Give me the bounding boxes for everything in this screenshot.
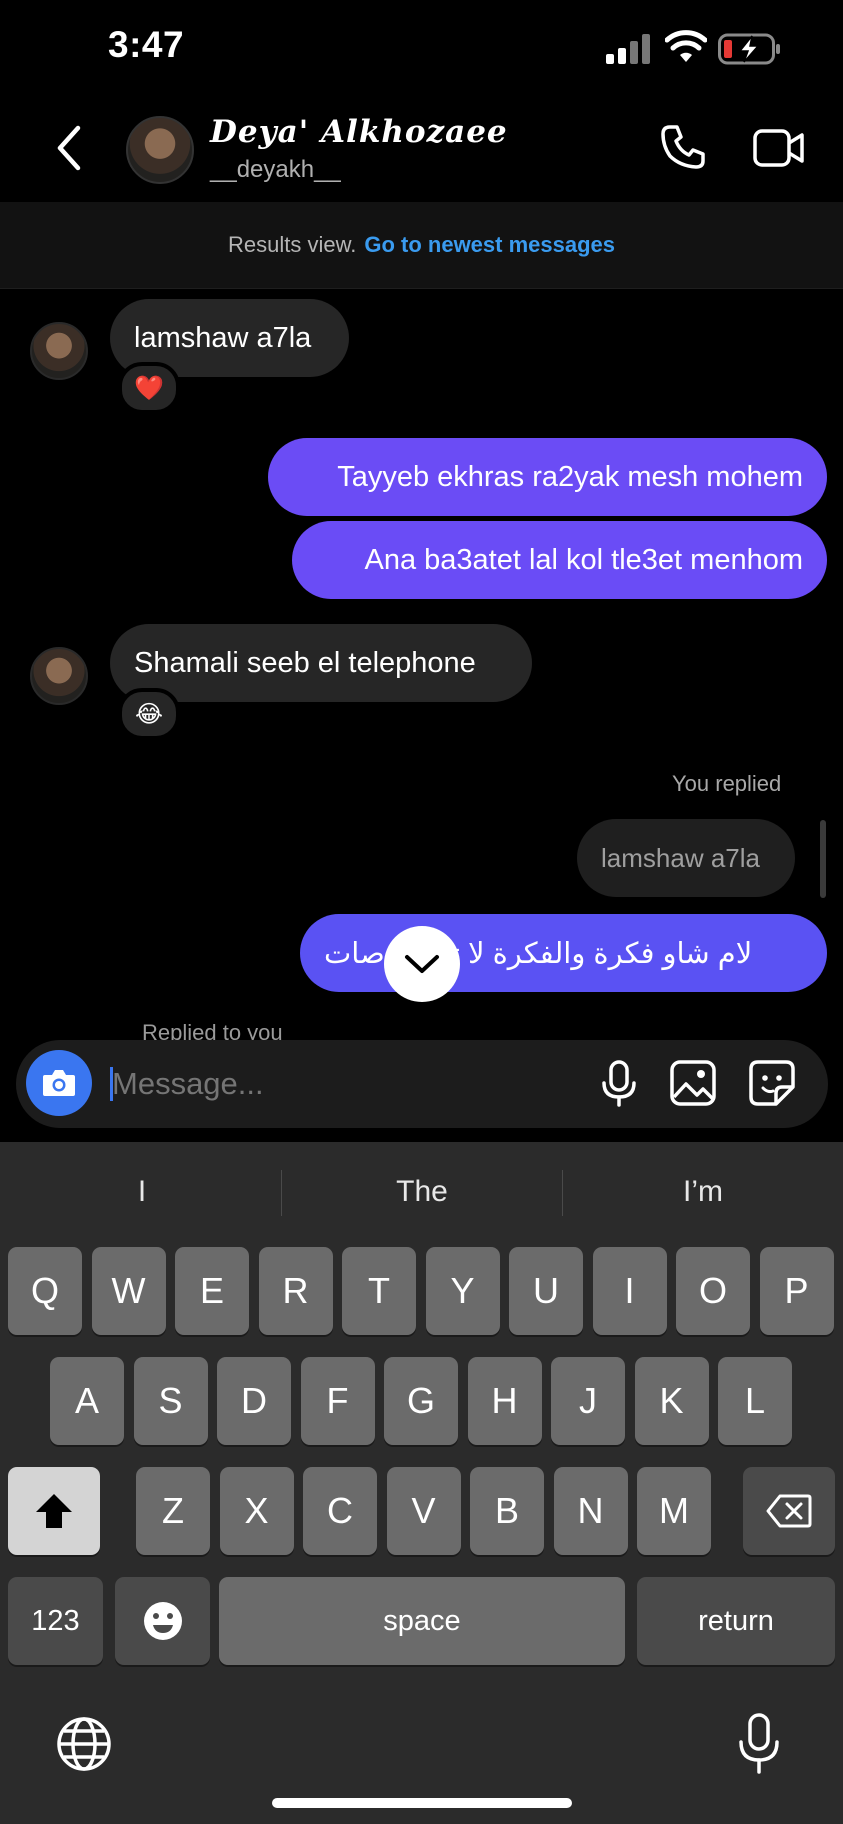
numbers-key[interactable]: 123 [8, 1577, 103, 1665]
quoted-text: lamshaw a7la [601, 842, 760, 873]
gallery-icon[interactable] [669, 1059, 717, 1107]
key[interactable]: A [50, 1357, 124, 1445]
key[interactable]: I [592, 1247, 667, 1335]
wifi-icon [665, 30, 707, 62]
dictation-microphone-icon[interactable] [736, 1712, 782, 1776]
key[interactable]: Y [425, 1247, 500, 1335]
message-text: lamshaw a7la [134, 321, 312, 354]
emoji-key[interactable] [115, 1577, 210, 1665]
backspace-key[interactable] [743, 1467, 835, 1555]
suggestion-3[interactable]: I’m [563, 1150, 843, 1234]
scrollbar[interactable] [820, 820, 826, 898]
results-view-banner: Results view. Go to newest messages [0, 202, 843, 289]
incoming-message[interactable]: Shamali seeb el telephone [110, 624, 532, 702]
key[interactable]: B [470, 1467, 544, 1555]
camera-button[interactable] [26, 1050, 92, 1116]
globe-icon[interactable] [56, 1716, 112, 1772]
contact-avatar[interactable] [126, 116, 194, 184]
replied-to-you-label: Replied to you [142, 1020, 283, 1040]
message-input[interactable] [112, 1062, 572, 1106]
key[interactable]: M [637, 1467, 711, 1555]
sender-avatar[interactable] [30, 322, 88, 380]
sticker-icon[interactable] [748, 1059, 796, 1107]
key[interactable]: X [219, 1467, 294, 1555]
chevron-down-icon [405, 955, 439, 973]
results-view-label: Results view. [227, 232, 357, 257]
cellular-signal-icon [606, 34, 650, 64]
scroll-to-bottom-button[interactable] [384, 926, 460, 1002]
phone-call-icon[interactable] [660, 124, 706, 170]
key[interactable]: S [133, 1357, 208, 1445]
key[interactable]: T [342, 1247, 416, 1335]
backspace-icon [766, 1494, 812, 1528]
return-key[interactable]: return [637, 1577, 835, 1665]
space-key[interactable]: space [219, 1577, 625, 1665]
back-chevron-icon[interactable] [52, 124, 86, 172]
key[interactable]: Z [136, 1467, 210, 1555]
key[interactable]: K [634, 1357, 709, 1445]
laughing-reaction[interactable]: 😂 [118, 688, 180, 740]
contact-name[interactable]: Deya' Alkhozaee [210, 114, 508, 150]
key[interactable]: H [467, 1357, 542, 1445]
key[interactable]: C [303, 1467, 377, 1555]
camera-icon [43, 1070, 75, 1096]
heart-reaction[interactable]: ❤️ [118, 362, 180, 414]
key[interactable]: G [384, 1357, 458, 1445]
outgoing-message[interactable]: Ana ba3atet lal kol tle3et menhom [292, 521, 827, 599]
key[interactable]: Q [8, 1247, 82, 1335]
message-text: Tayyeb ekhras ra2yak mesh mohem [337, 460, 803, 493]
key[interactable]: V [386, 1467, 461, 1555]
quoted-message[interactable]: lamshaw a7la [577, 819, 795, 897]
outgoing-message[interactable]: Tayyeb ekhras ra2yak mesh mohem [268, 438, 827, 516]
microphone-icon[interactable] [595, 1059, 643, 1107]
home-indicator[interactable] [272, 1798, 572, 1808]
key[interactable]: W [91, 1247, 166, 1335]
sender-avatar[interactable] [30, 647, 88, 705]
key[interactable]: L [718, 1357, 792, 1445]
key[interactable]: R [258, 1247, 333, 1335]
key[interactable]: D [217, 1357, 291, 1445]
message-text: Ana ba3atet lal kol tle3et menhom [364, 543, 804, 576]
key[interactable]: O [676, 1247, 750, 1335]
go-to-newest-link[interactable]: Go to newest messages [364, 232, 615, 258]
outgoing-message[interactable]: لام شاو فكرة والفكرة لا تموت صات [300, 914, 827, 992]
key[interactable]: E [175, 1247, 249, 1335]
key[interactable]: P [759, 1247, 834, 1335]
contact-handle[interactable]: __deyakh__ [210, 156, 341, 184]
shift-key[interactable] [8, 1467, 100, 1555]
key[interactable]: F [300, 1357, 375, 1445]
status-time: 3:47 [108, 24, 185, 65]
battery-charging-icon [718, 33, 780, 65]
suggestion-1[interactable]: I [2, 1150, 282, 1234]
suggestion-2[interactable]: The [282, 1150, 562, 1234]
video-call-icon[interactable] [753, 128, 805, 168]
reply-label: You replied [672, 771, 782, 796]
key[interactable]: N [553, 1467, 628, 1555]
message-text: Shamali seeb el telephone [134, 646, 476, 679]
shift-arrow-icon [36, 1494, 72, 1528]
emoji-icon [143, 1602, 182, 1640]
key[interactable]: U [509, 1247, 583, 1335]
key[interactable]: J [551, 1357, 625, 1445]
